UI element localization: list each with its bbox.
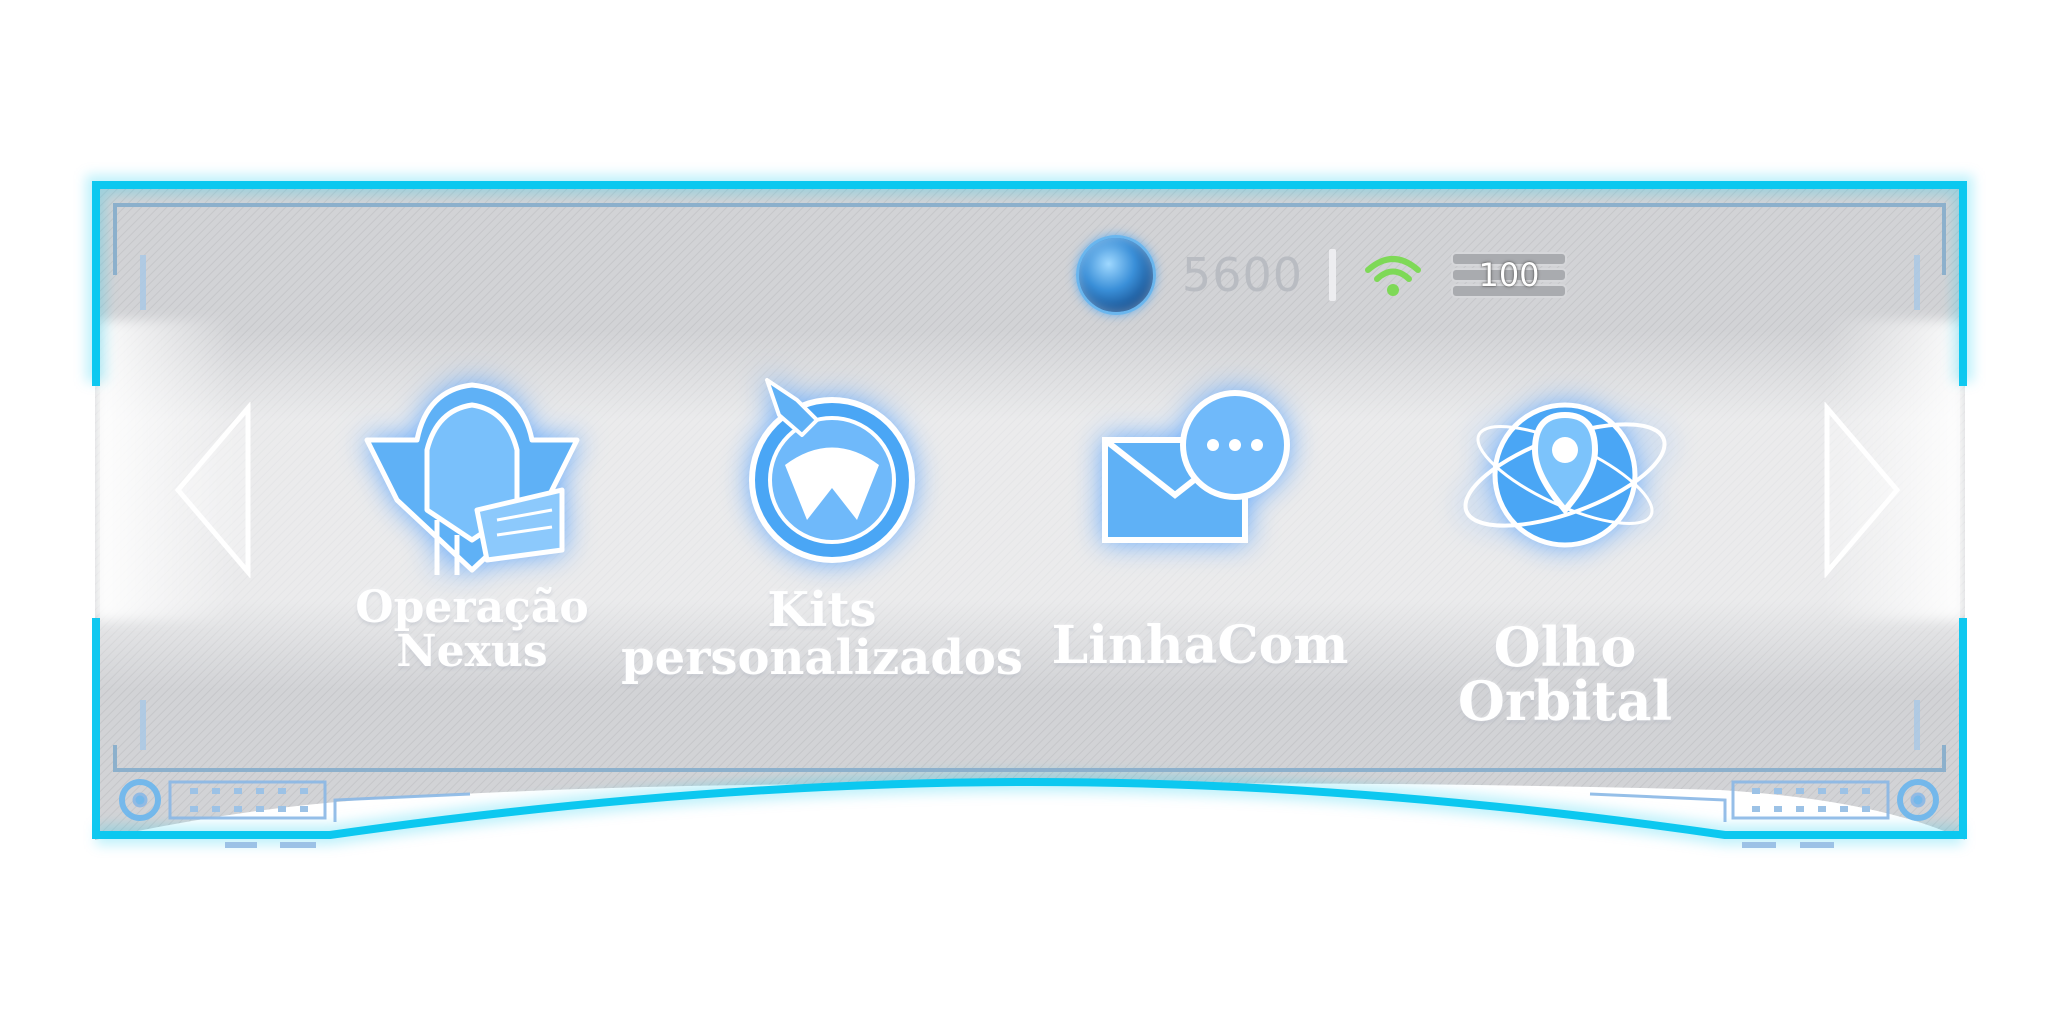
menu-label-kits-personalizados: Kits personalizados	[621, 586, 1023, 682]
menu-screen: 5600 100 Operação Nexus Kits personaliza…	[0, 0, 2048, 1024]
menu-label-operacao-nexus: Operação Nexus	[355, 586, 588, 674]
chevron-right-icon[interactable]	[1815, 402, 1905, 578]
label-line-1: Kits	[767, 582, 877, 638]
label-line-1: Olho Orbital	[1457, 615, 1673, 733]
currency-amount: 5600	[1181, 248, 1303, 302]
battery-indicator: 100	[1450, 249, 1568, 301]
label-line-2: personalizados	[621, 630, 1023, 686]
menu-item-linhacom[interactable]: LinhaCom	[1052, 370, 1348, 672]
panel-frame	[86, 175, 1973, 848]
blue-orb-gem-icon	[1075, 235, 1156, 315]
menu-item-operacao-nexus[interactable]: Operação Nexus	[355, 370, 589, 674]
hud-divider	[1329, 249, 1336, 301]
wifi-icon	[1365, 256, 1421, 296]
mail-chat-icon	[1102, 390, 1290, 543]
status-hud: 5600 100	[1075, 232, 1568, 318]
menu-item-kits-personalizados[interactable]: Kits personalizados	[621, 370, 1023, 682]
orbital-location-icon	[1463, 402, 1667, 548]
rocket-logo-icon	[749, 378, 915, 563]
label-line-2: Nexus	[396, 626, 548, 677]
chevron-left-icon[interactable]	[170, 402, 260, 578]
menu-label-olho-orbital: Olho Orbital	[1395, 620, 1735, 728]
battery-level: 100	[1478, 256, 1540, 294]
hooded-operative-icon	[364, 382, 580, 575]
menu-label-linhacom: LinhaCom	[1052, 620, 1349, 672]
label-line-1: LinhaCom	[1051, 615, 1349, 676]
menu-item-olho-orbital[interactable]: Olho Orbital	[1395, 370, 1735, 728]
label-line-1: Operação	[355, 582, 589, 633]
